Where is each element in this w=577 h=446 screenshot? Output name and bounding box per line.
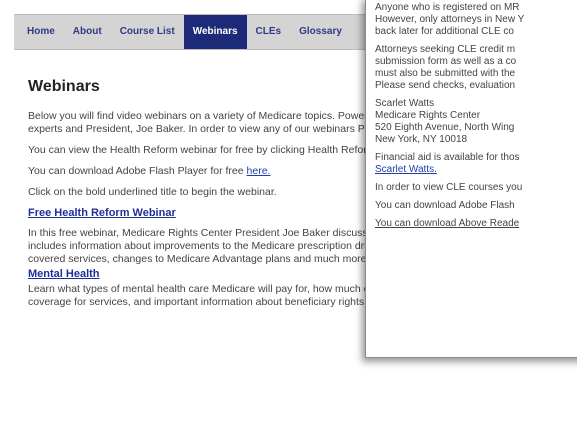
- nav-cles[interactable]: CLEs: [247, 15, 291, 49]
- cle-credit-info: Attorneys seeking CLE credit m submissio…: [375, 44, 577, 92]
- address-street: 520 Eighth Avenue, North Wing: [375, 122, 515, 133]
- address-name: Scarlet Watts: [375, 98, 435, 109]
- financial-aid-info: Financial aid is available for thos Scar…: [375, 152, 577, 176]
- registration-line-3: back later for additional CLE co: [375, 26, 514, 37]
- registration-info: Anyone who is registered on MR However, …: [375, 2, 577, 38]
- cle-credit-line-1: Attorneys seeking CLE credit m: [375, 44, 516, 55]
- address-organization: Medicare Rights Center: [375, 110, 481, 121]
- nav-home[interactable]: Home: [14, 15, 64, 49]
- panel-flash-text: You can download Adobe Flash: [375, 200, 515, 211]
- financial-aid-text: Financial aid is available for thos: [375, 152, 520, 163]
- nav-glossary[interactable]: Glossary: [290, 15, 351, 49]
- flash-download-label: You can download Adobe Flash Player for …: [28, 165, 247, 177]
- flash-download-link[interactable]: here.: [247, 165, 271, 177]
- cle-credit-line-3: must also be submitted with the: [375, 68, 516, 79]
- cle-credit-line-2: submission form as well as a co: [375, 56, 517, 67]
- address-city: New York, NY 10018: [375, 134, 468, 145]
- nav-course-list[interactable]: Course List: [111, 15, 184, 49]
- cle-info-panel: Anyone who is registered on MR However, …: [365, 0, 577, 358]
- webinars-page: Home About Course List Webinars CLEs Glo…: [0, 0, 577, 446]
- nav-about[interactable]: About: [64, 15, 111, 49]
- registration-line-1: Anyone who is registered on MR: [375, 2, 520, 13]
- registration-line-2: However, only attorneys in New Y: [375, 14, 525, 25]
- mailing-address: Scarlet Watts Medicare Rights Center 520…: [375, 98, 577, 146]
- reader-download-text[interactable]: You can download Above Reade: [375, 218, 577, 230]
- cle-view-info: In order to view CLE courses you: [375, 182, 523, 193]
- cle-credit-line-4: Please send checks, evaluation: [375, 80, 516, 91]
- scarlet-watts-link[interactable]: Scarlet Watts.: [375, 164, 437, 175]
- nav-webinars[interactable]: Webinars: [183, 15, 247, 49]
